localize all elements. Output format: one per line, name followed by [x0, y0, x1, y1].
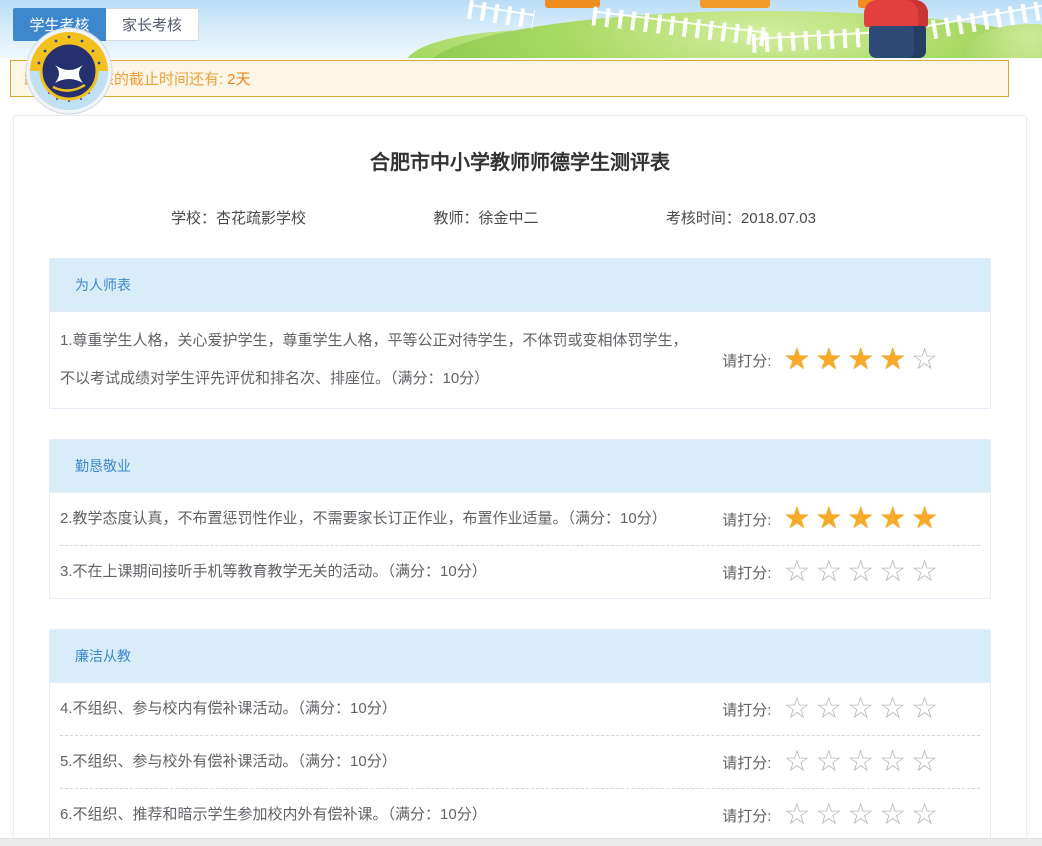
- star-icon[interactable]: ☆: [911, 746, 938, 778]
- sections-container: 为人师表 1.尊重学生人格，关心爱护学生，尊重学生人格，平等公正对待学生，不体罚…: [14, 258, 1026, 846]
- question-row: 5.不组织、参与校外有偿补课活动。（满分：10分） 请打分: ☆☆☆☆☆: [60, 735, 980, 788]
- star-rating: ★★★★★: [778, 503, 938, 535]
- form-title: 合肥市中小学教师师德学生测评表: [14, 146, 1026, 175]
- question-text: 5.不组织、参与校外有偿补课活动。（满分：10分）: [60, 743, 722, 781]
- section-body: 1.尊重学生人格，关心爱护学生，尊重学生人格，平等公正对待学生，不体罚或变相体罚…: [50, 312, 990, 408]
- star-rating: ☆☆☆☆☆: [778, 556, 938, 588]
- question-text: 2.教学态度认真，不布置惩罚性作业，不需要家长订正作业，布置作业适量。（满分：1…: [60, 500, 722, 538]
- star-icon[interactable]: ☆: [815, 556, 842, 588]
- star-icon[interactable]: ★: [783, 344, 810, 376]
- star-icon[interactable]: ★: [879, 503, 906, 535]
- star-icon[interactable]: ☆: [847, 693, 874, 725]
- star-icon[interactable]: ☆: [815, 799, 842, 831]
- evaluation-page: 学生考核 家长考核 距离学生考核的截止时间还有: 2天: [0, 0, 1042, 846]
- question-text: 3.不在上课期间接听手机等教育教学无关的活动。（满分：10分）: [60, 553, 722, 591]
- rate-label: 请打分:: [722, 805, 771, 826]
- section-body: 4.不组织、参与校内有偿补课活动。（满分：10分） 请打分: ☆☆☆☆☆ 5.不…: [50, 683, 990, 846]
- rating-control: 请打分: ☆☆☆☆☆: [722, 693, 938, 725]
- star-icon[interactable]: ☆: [783, 693, 810, 725]
- section-title: 廉洁从教: [50, 630, 990, 683]
- star-icon[interactable]: ☆: [879, 799, 906, 831]
- star-icon[interactable]: ★: [879, 344, 906, 376]
- star-icon[interactable]: ☆: [847, 799, 874, 831]
- rate-label: 请打分:: [722, 699, 771, 720]
- star-rating: ★★★★☆: [778, 344, 938, 376]
- school-seal-logo: [25, 27, 113, 115]
- star-icon[interactable]: ☆: [815, 693, 842, 725]
- deadline-days-value: 2天: [227, 68, 250, 89]
- rating-control: 请打分: ★★★★★: [722, 503, 938, 535]
- orange-roof-icon: [545, 0, 600, 8]
- rating-control: 请打分: ☆☆☆☆☆: [722, 799, 938, 831]
- assessment-date-info: 考核时间：2018.07.03: [666, 207, 816, 228]
- evaluation-form-card: 合肥市中小学教师师德学生测评表 学校：杏花疏影学校 教师：徐金中二 考核时间：2…: [13, 115, 1027, 846]
- star-icon[interactable]: ★: [783, 503, 810, 535]
- question-row: 2.教学态度认真，不布置惩罚性作业，不需要家长订正作业，布置作业适量。（满分：1…: [60, 493, 980, 545]
- star-icon[interactable]: ★: [815, 503, 842, 535]
- rating-control: 请打分: ☆☆☆☆☆: [722, 556, 938, 588]
- assessment-section: 廉洁从教 4.不组织、参与校内有偿补课活动。（满分：10分） 请打分: ☆☆☆☆…: [49, 629, 991, 846]
- star-icon[interactable]: ☆: [783, 556, 810, 588]
- section-body: 2.教学态度认真，不布置惩罚性作业，不需要家长订正作业，布置作业适量。（满分：1…: [50, 493, 990, 598]
- star-icon[interactable]: ★: [815, 344, 842, 376]
- question-row: 6.不组织、推荐和暗示学生参加校内外有偿补课。（满分：10分） 请打分: ☆☆☆…: [60, 788, 980, 841]
- rate-label: 请打分:: [722, 752, 771, 773]
- question-row: 4.不组织、参与校内有偿补课活动。（满分：10分） 请打分: ☆☆☆☆☆: [60, 683, 980, 735]
- star-icon[interactable]: ☆: [879, 746, 906, 778]
- star-icon[interactable]: ☆: [847, 746, 874, 778]
- star-rating: ☆☆☆☆☆: [778, 746, 938, 778]
- question-text: 4.不组织、参与校内有偿补课活动。（满分：10分）: [60, 690, 722, 728]
- star-icon[interactable]: ☆: [911, 344, 938, 376]
- section-title: 为人师表: [50, 259, 990, 312]
- school-seal-icon: [25, 27, 113, 115]
- star-icon[interactable]: ☆: [911, 556, 938, 588]
- rate-label: 请打分:: [722, 350, 771, 371]
- star-icon[interactable]: ☆: [847, 556, 874, 588]
- rating-control: 请打分: ★★★★☆: [722, 344, 938, 376]
- question-row: 1.尊重学生人格，关心爱护学生，尊重学生人格，平等公正对待学生，不体罚或变相体罚…: [60, 312, 980, 408]
- star-rating: ☆☆☆☆☆: [778, 799, 938, 831]
- horizontal-scrollbar[interactable]: [0, 838, 1042, 846]
- teacher-info: 教师：徐金中二: [433, 207, 538, 228]
- assessment-section: 为人师表 1.尊重学生人格，关心爱护学生，尊重学生人格，平等公正对待学生，不体罚…: [49, 258, 991, 409]
- rate-label: 请打分:: [722, 562, 771, 583]
- tab-parent-assessment[interactable]: 家长考核: [106, 8, 199, 41]
- question-text: 6.不组织、推荐和暗示学生参加校内外有偿补课。（满分：10分）: [60, 796, 722, 834]
- school-info: 学校：杏花疏影学校: [171, 207, 306, 228]
- rating-control: 请打分: ☆☆☆☆☆: [722, 746, 938, 778]
- assessment-section: 勤恳敬业 2.教学态度认真，不布置惩罚性作业，不需要家长订正作业，布置作业适量。…: [49, 439, 991, 599]
- star-icon[interactable]: ☆: [911, 693, 938, 725]
- star-rating: ☆☆☆☆☆: [778, 693, 938, 725]
- star-icon[interactable]: ☆: [879, 556, 906, 588]
- cartoon-figure-jacket: [864, 0, 928, 27]
- picket-fence-icon: [467, 0, 535, 29]
- star-icon[interactable]: ★: [847, 503, 874, 535]
- question-text: 1.尊重学生人格，关心爱护学生，尊重学生人格，平等公正对待学生，不体罚或变相体罚…: [60, 322, 722, 398]
- star-icon[interactable]: ☆: [783, 799, 810, 831]
- star-icon[interactable]: ☆: [879, 693, 906, 725]
- form-info-row: 学校：杏花疏影学校 教师：徐金中二 考核时间：2018.07.03: [14, 207, 1026, 228]
- deadline-notice: 距离学生考核的截止时间还有: 2天: [10, 60, 1009, 97]
- star-icon[interactable]: ☆: [911, 799, 938, 831]
- star-icon[interactable]: ☆: [815, 746, 842, 778]
- cartoon-figure-pants: [869, 26, 926, 58]
- question-row: 3.不在上课期间接听手机等教育教学无关的活动。（满分：10分） 请打分: ☆☆☆…: [60, 545, 980, 598]
- orange-roof-icon: [700, 0, 770, 8]
- star-icon[interactable]: ☆: [783, 746, 810, 778]
- rate-label: 请打分:: [722, 509, 771, 530]
- star-icon[interactable]: ★: [911, 503, 938, 535]
- star-icon[interactable]: ★: [847, 344, 874, 376]
- section-title: 勤恳敬业: [50, 440, 990, 493]
